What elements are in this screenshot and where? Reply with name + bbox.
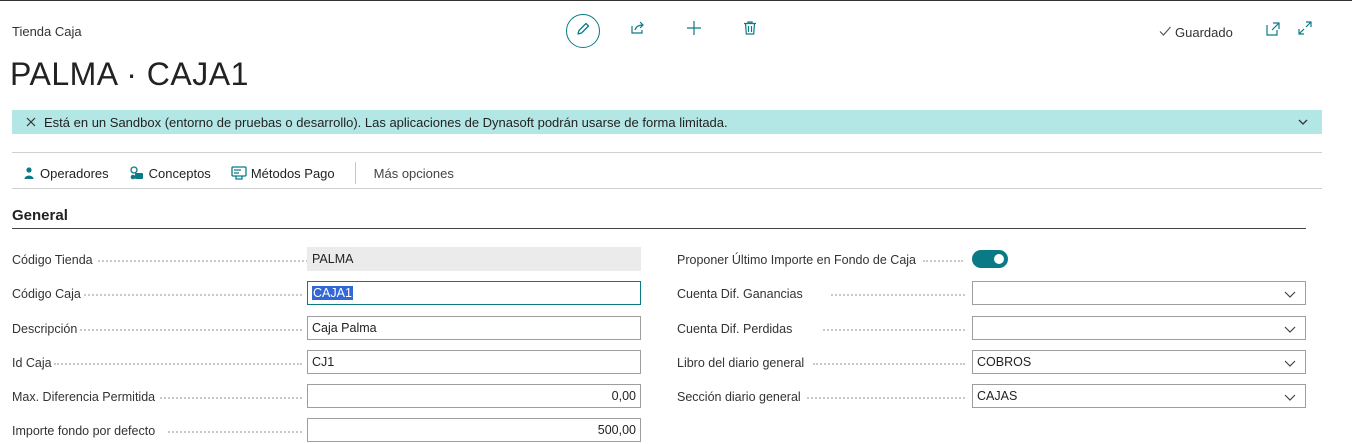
field-row-seccion-diario: Sección diario general CAJAS <box>677 384 1307 410</box>
trash-icon <box>742 20 758 41</box>
operadores-action[interactable]: Operadores <box>22 166 109 181</box>
leader-dots <box>168 431 302 433</box>
field-row-id-caja: Id Caja CJ1 <box>12 350 642 376</box>
leader-dots <box>160 397 302 399</box>
metodos-pago-action[interactable]: Métodos Pago <box>231 165 335 181</box>
leader-dots <box>813 363 965 365</box>
chevron-down-icon <box>1283 322 1297 336</box>
section-divider <box>12 228 1306 229</box>
top-border <box>0 0 1352 1</box>
field-label: Id Caja <box>12 356 52 370</box>
payment-terminal-icon <box>231 165 247 181</box>
page-title: PALMA · CAJA1 <box>10 56 249 92</box>
leader-dots <box>84 294 302 296</box>
sandbox-notification: Está en un Sandbox (entorno de pruebas o… <box>12 110 1322 134</box>
select-value: CAJAS <box>977 389 1018 403</box>
sandbox-message: Está en un Sandbox (entorno de pruebas o… <box>44 114 728 130</box>
field-row-importe-fondo: Importe fondo por defecto 500,00 <box>12 418 642 444</box>
plus-icon <box>686 20 702 41</box>
chevron-down-icon <box>1283 390 1297 404</box>
toggle-knob <box>994 254 1004 264</box>
metodos-pago-label: Métodos Pago <box>250 165 335 181</box>
expand-button[interactable] <box>1296 20 1314 41</box>
leader-dots <box>807 397 965 399</box>
id-caja-input[interactable]: CJ1 <box>307 350 641 374</box>
importe-fondo-input[interactable]: 500,00 <box>307 418 641 442</box>
pencil-icon <box>575 21 591 42</box>
field-label: Cuenta Dif. Perdidas <box>677 322 793 336</box>
divider <box>12 188 1322 189</box>
action-bar: Operadores Conceptos Métodos Pago Más op… <box>22 162 454 184</box>
field-label: Importe fondo por defecto <box>12 424 156 438</box>
user-icon <box>22 166 36 180</box>
checkmark-icon <box>1158 24 1172 41</box>
save-status-label: Guardado <box>1175 25 1233 40</box>
field-row-codigo-caja: Código Caja CAJA1 <box>12 281 642 307</box>
section-title-general[interactable]: General <box>12 207 68 224</box>
field-row-cuenta-dif-ganancias: Cuenta Dif. Ganancias <box>677 281 1307 307</box>
coins-icon <box>129 165 145 181</box>
leader-dots <box>823 329 965 331</box>
field-label: Cuenta Dif. Ganancias <box>677 287 803 301</box>
conceptos-label: Conceptos <box>148 165 211 181</box>
cuenta-dif-perdidas-select[interactable] <box>972 316 1306 340</box>
save-status: Guardado <box>1158 24 1233 41</box>
max-diferencia-input[interactable]: 0,00 <box>307 384 641 408</box>
field-label: Código Tienda <box>12 253 93 267</box>
expand-icon <box>1297 20 1313 41</box>
share-button[interactable] <box>628 20 648 40</box>
action-separator <box>354 162 356 184</box>
field-label: Max. Diferencia Permitida <box>12 390 156 404</box>
leader-dots <box>923 260 963 262</box>
open-new-window-button[interactable] <box>1264 21 1282 42</box>
leader-dots <box>80 329 302 331</box>
field-label: Sección diario general <box>677 390 801 404</box>
field-row-codigo-tienda: Código Tienda PALMA <box>12 247 642 273</box>
field-label: Proponer Último Importe en Fondo de Caja <box>677 253 917 267</box>
leader-dots <box>54 363 302 365</box>
cuenta-dif-ganancias-select[interactable] <box>972 281 1306 305</box>
chevron-down-icon <box>1283 356 1297 370</box>
popout-icon <box>1265 21 1281 42</box>
field-label: Libro del diario general <box>677 356 805 370</box>
conceptos-action[interactable]: Conceptos <box>129 165 211 181</box>
chevron-down-icon <box>1283 287 1297 301</box>
leader-dots <box>831 294 965 296</box>
more-options-button[interactable]: Más opciones <box>374 166 454 181</box>
field-row-libro-diario: Libro del diario general COBROS <box>677 350 1307 376</box>
field-row-descripcion: Descripción Caja Palma <box>12 316 642 342</box>
delete-button[interactable] <box>740 20 760 40</box>
share-icon <box>630 20 646 41</box>
field-label: Código Caja <box>12 287 81 301</box>
select-value: COBROS <box>977 355 1032 369</box>
new-button[interactable] <box>684 20 704 40</box>
libro-diario-select[interactable]: COBROS <box>972 350 1306 374</box>
seccion-diario-select[interactable]: CAJAS <box>972 384 1306 408</box>
codigo-caja-input[interactable]: CAJA1 <box>307 281 641 305</box>
proponer-ultimo-importe-toggle[interactable] <box>972 250 1008 268</box>
close-icon[interactable] <box>24 115 38 129</box>
selected-text: CAJA1 <box>312 286 353 300</box>
field-label: Descripción <box>12 322 78 336</box>
codigo-tienda-field: PALMA <box>307 247 641 271</box>
field-row-cuenta-dif-perdidas: Cuenta Dif. Perdidas <box>677 316 1307 342</box>
leader-dots <box>98 260 308 262</box>
field-row-proponer-ultimo-importe: Proponer Último Importe en Fondo de Caja <box>677 247 1307 273</box>
divider <box>12 152 1322 153</box>
edit-button[interactable] <box>566 14 600 48</box>
operadores-label: Operadores <box>40 165 109 181</box>
chevron-down-icon[interactable] <box>1296 115 1310 129</box>
field-row-max-diferencia: Max. Diferencia Permitida 0,00 <box>12 384 642 410</box>
descripcion-input[interactable]: Caja Palma <box>307 316 641 340</box>
breadcrumb[interactable]: Tienda Caja <box>12 24 82 39</box>
